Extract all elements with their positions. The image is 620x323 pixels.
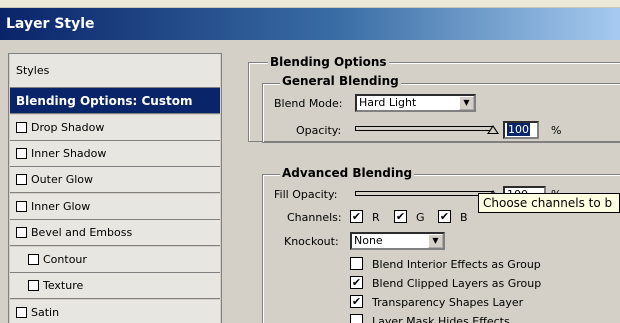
texture-checkbox[interactable] bbox=[28, 280, 39, 291]
channels-label: Channels: bbox=[287, 211, 342, 224]
style-item-outer-glow[interactable]: Outer Glow bbox=[10, 167, 220, 193]
inner-shadow-checkbox[interactable] bbox=[16, 148, 27, 159]
style-item-label: Contour bbox=[43, 253, 87, 266]
chevron-down-icon[interactable]: ▼ bbox=[428, 234, 443, 248]
channel-g-checkbox[interactable]: ✔ bbox=[394, 210, 407, 223]
style-item-satin[interactable]: Satin bbox=[10, 300, 220, 323]
opacity-value: 100 bbox=[507, 123, 530, 136]
fill-opacity-label: Fill Opacity: bbox=[274, 188, 338, 201]
channel-g-label: G bbox=[416, 211, 425, 224]
knockout-label: Knockout: bbox=[284, 235, 339, 248]
satin-checkbox[interactable] bbox=[16, 307, 27, 318]
layer-mask-hides-label: Layer Mask Hides Effects bbox=[372, 315, 510, 323]
style-item-label: Satin bbox=[31, 306, 60, 319]
styles-header[interactable]: Styles bbox=[10, 54, 220, 88]
blend-interior-effects-checkbox[interactable] bbox=[350, 257, 363, 270]
style-item-label: Texture bbox=[43, 279, 84, 292]
transparency-shapes-label: Transparency Shapes Layer bbox=[372, 296, 524, 309]
opacity-label: Opacity: bbox=[296, 124, 342, 137]
window-titlebar: Layer Style bbox=[0, 0, 620, 40]
style-item-inner-glow[interactable]: Inner Glow bbox=[10, 194, 220, 220]
contour-checkbox[interactable] bbox=[28, 254, 39, 265]
opacity-unit: % bbox=[551, 124, 562, 137]
knockout-value: None bbox=[354, 234, 383, 247]
style-item-bevel-emboss[interactable]: Bevel and Emboss bbox=[10, 220, 220, 246]
chevron-down-icon[interactable]: ▼ bbox=[459, 96, 474, 110]
opacity-input[interactable]: 100 bbox=[503, 121, 539, 139]
channel-b-label: B bbox=[460, 211, 468, 224]
blend-mode-value: Hard Light bbox=[359, 96, 417, 109]
channels-tooltip: Choose channels to b bbox=[478, 193, 620, 213]
bevel-emboss-checkbox[interactable] bbox=[16, 227, 27, 238]
blend-mode-label: Blend Mode: bbox=[274, 97, 343, 110]
style-item-texture[interactable]: Texture bbox=[10, 273, 220, 299]
opacity-slider-thumb[interactable] bbox=[487, 125, 499, 134]
transparency-shapes-checkbox[interactable]: ✔ bbox=[350, 295, 363, 308]
window-title: Layer Style bbox=[6, 16, 95, 32]
layer-mask-hides-checkbox[interactable] bbox=[350, 314, 363, 323]
style-item-inner-shadow[interactable]: Inner Shadow bbox=[10, 141, 220, 167]
style-item-label: Bevel and Emboss bbox=[31, 226, 133, 239]
styles-list: Styles Blending Options: Custom Drop Sha… bbox=[8, 53, 222, 323]
style-item-label: Inner Glow bbox=[31, 200, 91, 213]
style-item-blending-options[interactable]: Blending Options: Custom bbox=[10, 88, 220, 114]
style-item-label: Outer Glow bbox=[31, 173, 94, 186]
advanced-blending-title: Advanced Blending bbox=[280, 166, 415, 180]
channel-b-checkbox[interactable]: ✔ bbox=[438, 210, 451, 223]
layer-style-dialog: Styles Blending Options: Custom Drop Sha… bbox=[0, 40, 620, 323]
outer-glow-checkbox[interactable] bbox=[16, 174, 27, 185]
style-item-label: Blending Options: Custom bbox=[16, 93, 193, 108]
titlebar-top-strip bbox=[0, 0, 620, 8]
blending-options-title: Blending Options bbox=[268, 55, 389, 69]
inner-glow-checkbox[interactable] bbox=[16, 201, 27, 212]
style-item-label: Inner Shadow bbox=[31, 147, 107, 160]
blend-interior-effects-label: Blend Interior Effects as Group bbox=[372, 258, 541, 271]
style-item-drop-shadow[interactable]: Drop Shadow bbox=[10, 115, 220, 141]
channel-r-checkbox[interactable]: ✔ bbox=[350, 210, 363, 223]
drop-shadow-checkbox[interactable] bbox=[16, 122, 27, 133]
fill-opacity-slider[interactable] bbox=[355, 191, 493, 196]
style-item-label: Drop Shadow bbox=[31, 121, 105, 134]
styles-header-label: Styles bbox=[16, 64, 50, 77]
blend-clipped-layers-checkbox[interactable]: ✔ bbox=[350, 276, 363, 289]
blend-clipped-layers-label: Blend Clipped Layers as Group bbox=[372, 277, 542, 290]
style-item-contour[interactable]: Contour bbox=[10, 247, 220, 273]
blend-mode-select[interactable]: Hard Light ▼ bbox=[355, 94, 476, 112]
knockout-select[interactable]: None ▼ bbox=[350, 232, 445, 250]
general-blending-title: General Blending bbox=[280, 74, 401, 88]
opacity-slider[interactable] bbox=[355, 126, 493, 131]
channel-r-label: R bbox=[372, 211, 380, 224]
